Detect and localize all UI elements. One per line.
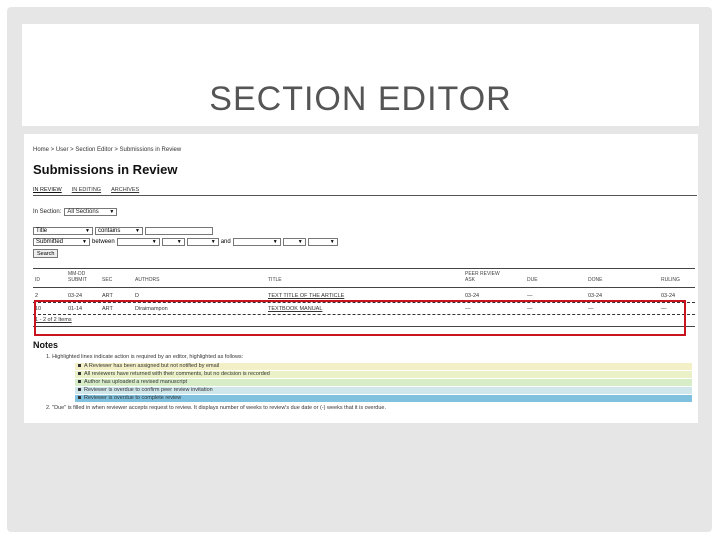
col-peer-review-ask: PEER REVIEW ASK (465, 271, 500, 283)
col-done: DONE (588, 277, 603, 283)
red-highlight-box (34, 300, 686, 336)
from-day-select[interactable]: ▼ (161, 238, 185, 246)
chevron-down-icon: ▼ (297, 239, 303, 245)
col-ruling: RULING (661, 277, 680, 283)
legend-row: Reviewer is overdue to complete review (75, 395, 692, 402)
search-row-2: Submitted ▼ between ▼ ▼ ▼ and ▼ ▼ ▼ (33, 238, 338, 246)
col-submit: MM-DD SUBMIT (68, 271, 87, 283)
table-top-rule (33, 268, 695, 269)
cell-ask: 03-24 (465, 293, 480, 299)
from-month-select[interactable]: ▼ (116, 238, 160, 246)
page-heading: Submissions in Review (33, 162, 178, 177)
search-match-value: contains (98, 228, 121, 234)
legend-row: All reviewers have returned with their c… (75, 371, 692, 378)
search-match-select[interactable]: contains ▼ (95, 227, 143, 235)
cell-due: — (527, 293, 533, 299)
col-id: ID (35, 277, 40, 283)
tab-bar: IN REVIEW IN EDITING ARCHIVES (33, 187, 139, 193)
col-sec: SEC (102, 277, 113, 283)
bullet-icon (78, 396, 81, 400)
legend-text: All reviewers have returned with their c… (84, 371, 270, 377)
bullet-icon (78, 372, 81, 376)
legend-row: A Reviewer has been assigned but not not… (75, 363, 692, 370)
chevron-down-icon: ▼ (151, 239, 157, 245)
embedded-screenshot: Home > User > Section Editor > Submissio… (24, 134, 698, 423)
search-input[interactable] (145, 227, 213, 235)
to-day-select[interactable]: ▼ (282, 238, 306, 246)
cell-done: 03-24 (588, 293, 603, 299)
tab-in-editing[interactable]: IN EDITING (72, 187, 101, 193)
search-button-row: Search (33, 249, 59, 258)
date-field-select[interactable]: Submitted ▼ (33, 238, 90, 246)
tab-archives[interactable]: ARCHIVES (111, 187, 139, 193)
table-header-rule (33, 287, 695, 288)
section-filter-label: In Section: (33, 209, 62, 215)
chevron-down-icon: ▼ (272, 239, 278, 245)
to-month-select[interactable]: ▼ (232, 238, 281, 246)
chevron-down-icon: ▼ (210, 239, 216, 245)
search-field-select[interactable]: Title ▼ (33, 227, 93, 235)
chevron-down-icon: ▼ (329, 239, 335, 245)
search-button[interactable]: Search (33, 249, 59, 258)
chevron-down-icon: ▼ (82, 239, 87, 245)
from-year-select[interactable]: ▼ (186, 238, 219, 246)
section-select[interactable]: All Sections ▼ (64, 208, 118, 216)
breadcrumb[interactable]: Home > User > Section Editor > Submissio… (33, 147, 181, 153)
section-filter-row: In Section: All Sections ▼ (33, 208, 118, 216)
legend-text: Reviewer is overdue to confirm peer revi… (84, 387, 213, 393)
legend-row: Reviewer is overdue to confirm peer revi… (75, 387, 692, 394)
chevron-down-icon: ▼ (176, 239, 182, 245)
col-title: TITLE (268, 277, 282, 283)
between-label: between (92, 239, 115, 245)
note-item-2: 2. "Due" is filled in when reviewer acce… (46, 405, 386, 411)
search-field-value: Title (36, 228, 48, 234)
cell-ruling: 03-24 (661, 293, 676, 299)
search-row-1: Title ▼ contains ▼ (33, 227, 213, 235)
notes-heading: Notes (33, 340, 59, 350)
and-label: and (220, 239, 231, 245)
tab-divider (33, 195, 697, 196)
cell-sec: ART (102, 293, 113, 299)
chevron-down-icon: ▼ (109, 209, 115, 215)
date-field-value: Submitted (36, 239, 64, 245)
cell-id: 2 (35, 293, 39, 299)
legend-row: Author has uploaded a revised manuscript (75, 379, 692, 386)
col-authors: AUTHORS (135, 277, 160, 283)
tab-in-review[interactable]: IN REVIEW (33, 187, 62, 193)
legend-text: Author has uploaded a revised manuscript (84, 379, 188, 385)
chevron-down-icon: ▼ (85, 228, 90, 234)
bullet-icon (78, 364, 81, 368)
legend-text: A Reviewer has been assigned but not not… (84, 363, 220, 369)
legend-text: Reviewer is overdue to complete review (84, 395, 182, 401)
slide-title: SECTION EDITOR (209, 80, 512, 118)
bullet-icon (78, 388, 81, 392)
cell-title-link[interactable]: TEXT TITLE OF THE ARTICLE (268, 293, 344, 299)
cell-authors: D (135, 293, 139, 299)
section-select-value: All Sections (67, 209, 99, 215)
chevron-down-icon: ▼ (135, 228, 140, 234)
cell-submit: 03-24 (68, 293, 83, 299)
col-due: DUE (527, 277, 538, 283)
title-band: SECTION EDITOR (22, 24, 699, 126)
note-item-1: 1. Highlighted lines indicate action is … (46, 354, 244, 360)
bullet-icon (78, 380, 81, 384)
to-year-select[interactable]: ▼ (307, 238, 338, 246)
